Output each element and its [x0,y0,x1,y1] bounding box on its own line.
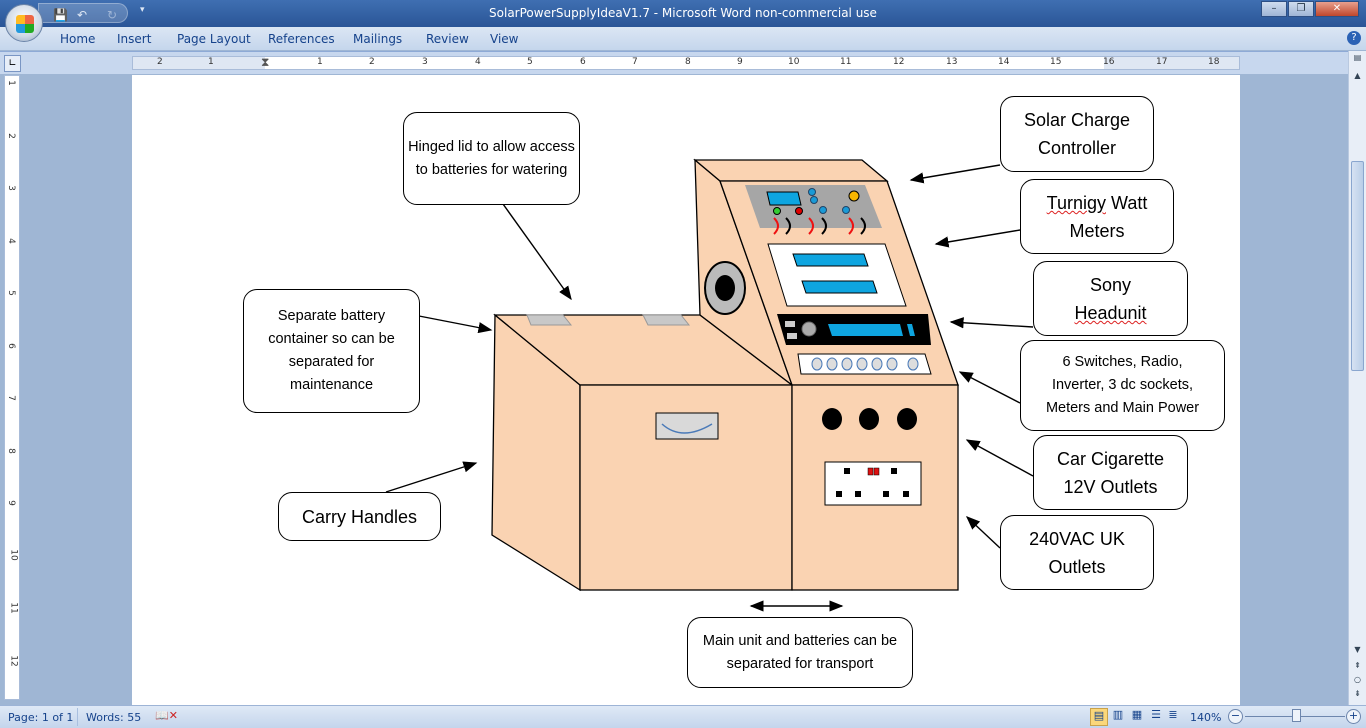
office-button[interactable] [5,4,43,42]
view-buttons: ▤ ▥ ▦ ☰ ≣ [1090,708,1182,726]
lid-hinge [526,314,573,326]
web-layout-icon[interactable]: ▦ [1128,708,1146,721]
arrow [934,229,1021,248]
next-page-icon[interactable]: ⇟ [1351,689,1364,702]
ruler-toggle-icon[interactable]: ▤ [1351,53,1364,66]
arrow [965,439,1034,477]
callout-sony-desc: Headunit [1074,303,1147,323]
callout-main-unit[interactable]: Main unit and batteries can be separated… [687,617,913,688]
arrow [502,203,572,301]
word-count[interactable]: Words: 55 [86,711,141,724]
callout-sony-brand: Sony [1089,275,1132,295]
callout-turnigy-brand: Turnigy [1046,193,1106,213]
callout-carry-handles[interactable]: Carry Handles [278,492,441,541]
callout-car-cigarette[interactable]: Car Cigarette 12V Outlets [1033,435,1188,510]
uk-socket [824,461,922,506]
watt-meters-panel [767,243,907,307]
cigarette-sockets [822,408,917,430]
arrow [949,317,1034,329]
headunit-panel [777,314,931,345]
arrow [965,516,1001,549]
zoom-out-icon[interactable]: − [1228,709,1243,724]
zoom-level[interactable]: 140% [1190,711,1221,724]
callout-switches[interactable]: 6 Switches, Radio, Inverter, 3 dc socket… [1020,340,1225,431]
office-logo-icon [16,15,34,33]
callout-turnigy[interactable]: Turnigy Watt Meters [1020,179,1174,254]
draft-icon[interactable]: ≣ [1164,708,1182,721]
switch-strip [797,353,932,375]
full-screen-reading-icon[interactable]: ▥ [1109,708,1127,721]
lid-hinge [642,314,691,326]
arrow [418,315,493,334]
page-count[interactable]: Page: 1 of 1 [8,711,73,724]
arrow [385,461,478,493]
callout-uk-outlets[interactable]: 240VAC UK Outlets [1000,515,1154,590]
scroll-down-icon[interactable]: ▼ [1351,645,1364,658]
scroll-thumb[interactable] [1351,161,1364,371]
callout-separate-battery[interactable]: Separate battery container so can be sep… [243,289,420,413]
main-unit-top [693,159,889,182]
proofing-error-icon[interactable]: 📖✕ [155,709,178,722]
zoom-slider-thumb[interactable] [1292,709,1301,722]
speaker-icon [704,261,746,315]
browse-object-icon[interactable]: ○ [1351,675,1364,688]
callout-sony[interactable]: Sony Headunit [1033,261,1188,336]
arrow [958,371,1021,404]
status-bar: Page: 1 of 1 Words: 55 📖✕ ▤ ▥ ▦ ☰ ≣ 140%… [0,705,1366,728]
carry-handle-icon [655,412,719,440]
callout-solar-charge[interactable]: Solar Charge Controller [1000,96,1154,172]
callout-hinged-lid[interactable]: Hinged lid to allow access to batteries … [403,112,580,205]
arrow [909,164,1001,184]
vertical-scrollbar[interactable]: ▤ ▲ ▼ ⇞ ○ ⇟ [1348,51,1366,705]
zoom-in-icon[interactable]: + [1346,709,1361,724]
outline-icon[interactable]: ☰ [1147,708,1165,721]
previous-page-icon[interactable]: ⇞ [1351,661,1364,674]
scroll-up-icon[interactable]: ▲ [1351,71,1364,84]
charge-controller-panel [745,185,882,235]
print-layout-icon[interactable]: ▤ [1090,708,1108,726]
